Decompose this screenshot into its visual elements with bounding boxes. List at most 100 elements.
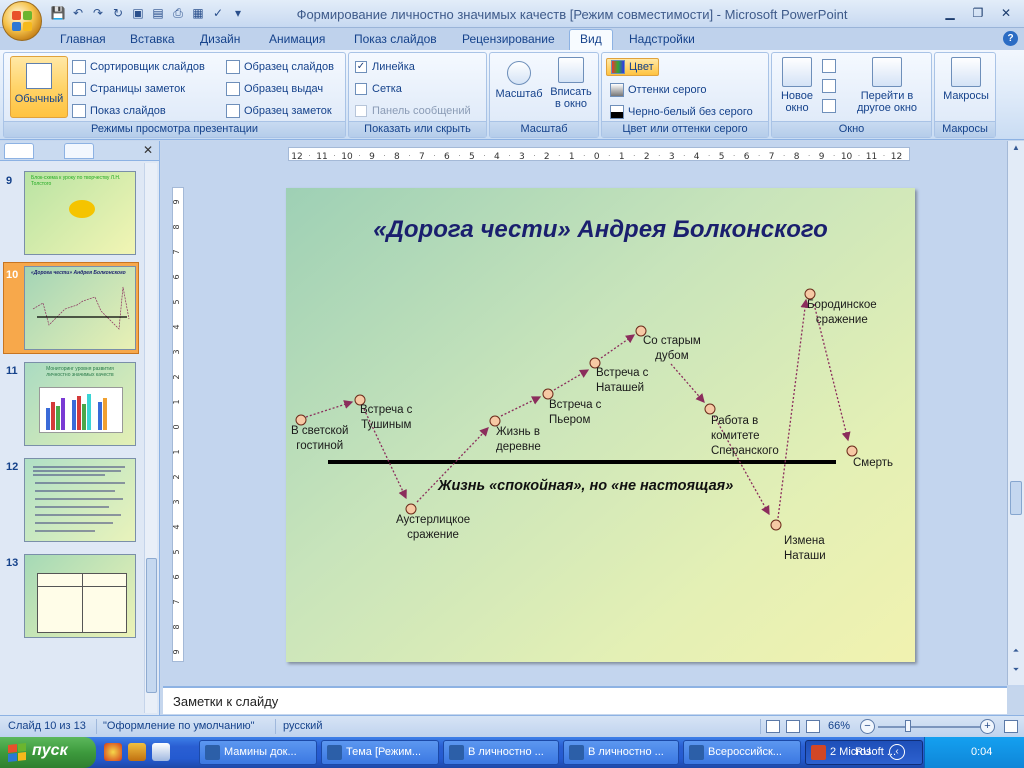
tray-arrow-icon[interactable]: ‹ <box>889 744 905 760</box>
task-label: Мамины док... <box>224 746 297 758</box>
theme-name[interactable]: "Оформление по умолчанию" <box>103 720 255 732</box>
panel-scroll-thumb[interactable] <box>146 558 157 693</box>
node-label-village[interactable]: Жизнь в деревне <box>496 425 541 455</box>
zoom-button[interactable]: Масштаб <box>494 57 544 100</box>
prev-slide-icon[interactable]: ⏶ <box>1010 646 1022 660</box>
quick-app-icon[interactable] <box>128 743 146 761</box>
ruler-tick-label: 2 <box>173 374 181 379</box>
show-desktop-icon[interactable] <box>152 743 170 761</box>
macros-button[interactable]: Макросы <box>937 57 995 102</box>
node-label-austerlitz[interactable]: Аустерлицкое сражение <box>396 513 470 543</box>
zoom-level[interactable]: 66% <box>828 720 850 732</box>
tab-home[interactable]: Главная <box>60 32 106 46</box>
message-bar-checkbox[interactable]: Панель сообщений <box>355 105 471 117</box>
notes-page-button[interactable]: Страницы заметок <box>72 82 185 96</box>
start-button[interactable]: пуск <box>0 737 96 768</box>
switch-window-button[interactable]: Перейти в другое окно <box>844 57 930 114</box>
group-show-label: Показать или скрыть <box>349 121 486 137</box>
close-icon[interactable]: ✕ <box>992 3 1020 22</box>
color-button[interactable]: Цвет <box>606 58 659 76</box>
fit-slide-icon[interactable] <box>1004 720 1018 733</box>
office-button[interactable] <box>2 1 42 41</box>
sorter-icon <box>72 60 86 74</box>
tab-review[interactable]: Рецензирование <box>462 32 555 46</box>
zoom-slider-track[interactable] <box>878 726 980 728</box>
taskbar-item-2[interactable]: Тема [Режим... <box>321 740 439 765</box>
thumbnail-slide-13[interactable] <box>24 554 136 638</box>
node-label-death[interactable]: Смерть <box>853 456 893 471</box>
sorter-button[interactable]: Сортировщик слайдов <box>72 60 205 74</box>
ruler-tick-label: 4 <box>173 524 181 529</box>
grayscale-button[interactable]: Оттенки серого <box>610 83 706 97</box>
group-views-label: Режимы просмотра презентации <box>4 121 345 137</box>
restore-icon[interactable]: ❐ <box>964 3 992 22</box>
sorter-status-icon[interactable] <box>786 720 800 733</box>
node-label-pierre[interactable]: Встреча с Пьером <box>549 398 601 428</box>
thumbnail-slide-9[interactable]: Блок-схема к уроку по творчеству Л.Н. То… <box>24 171 136 255</box>
ruler-tick-label: 11 <box>866 152 877 161</box>
minimize-icon[interactable]: ▁ <box>936 3 964 22</box>
tab-insert[interactable]: Вставка <box>130 32 175 46</box>
arrange-all-icon[interactable] <box>822 59 836 73</box>
ruler-tick-dot: · <box>608 152 610 160</box>
normal-view-button[interactable]: Обычный <box>10 56 68 118</box>
slideshow-button[interactable]: Показ слайдов <box>72 104 166 118</box>
ruler-label: Линейка <box>372 61 415 73</box>
taskbar-item-4[interactable]: В личностно ... <box>563 740 679 765</box>
node-label-speransky[interactable]: Работа в комитете Сперанского <box>711 414 779 459</box>
tab-animation[interactable]: Анимация <box>269 32 325 46</box>
normal-view-status-icon[interactable] <box>766 720 780 733</box>
new-window-button[interactable]: Новое окно <box>776 57 818 114</box>
ruler-tick-label: 7 <box>769 152 775 161</box>
taskbar-item-1[interactable]: Мамины док... <box>199 740 317 765</box>
panel-scrollbar[interactable] <box>144 163 157 713</box>
node-label-oak[interactable]: Со старым дубом <box>643 334 701 364</box>
grid-checkbox[interactable]: Сетка <box>355 83 402 95</box>
node-label-betrayal[interactable]: Измена Наташи <box>784 534 826 564</box>
next-slide-icon[interactable]: ⏷ <box>1010 665 1022 679</box>
tab-addins[interactable]: Надстройки <box>629 32 695 46</box>
panel-close-icon[interactable]: ✕ <box>143 143 153 157</box>
thumbnail-slide-12[interactable] <box>24 458 136 542</box>
language-indicator[interactable]: RU <box>855 746 871 758</box>
word-doc-icon <box>449 745 464 760</box>
zoom-in-icon[interactable]: + <box>980 719 995 734</box>
ruler-tick-dot: · <box>583 152 585 160</box>
notes-master-button[interactable]: Образец заметок <box>226 104 332 118</box>
zoom-slider-knob[interactable] <box>905 720 911 732</box>
help-icon[interactable]: ? <box>1003 31 1018 46</box>
node-label-natasha[interactable]: Встреча с Наташей <box>596 366 648 396</box>
ruler-tick-dot: · <box>408 152 410 160</box>
language-status[interactable]: русский <box>283 720 322 732</box>
thumbnail-slide-11[interactable]: Мониторинг уровня развития личностно зна… <box>24 362 136 446</box>
node-label-borodino[interactable]: Бородинское сражение <box>807 298 877 328</box>
slideshow-status-icon[interactable] <box>806 720 820 733</box>
notes-pane[interactable]: Заметки к слайду <box>163 686 1007 714</box>
scroll-up-icon[interactable]: ▲ <box>1010 143 1022 157</box>
slide-subtitle[interactable]: Жизнь «спокойная», но «не настоящая» <box>438 478 733 494</box>
move-split-icon[interactable] <box>822 99 836 113</box>
cascade-icon[interactable] <box>822 79 836 93</box>
outline-tab[interactable] <box>64 143 94 159</box>
slide-master-button[interactable]: Образец слайдов <box>226 60 334 74</box>
browser-icon[interactable] <box>104 743 122 761</box>
tab-view[interactable]: Вид <box>569 29 613 51</box>
handout-master-button[interactable]: Образец выдач <box>226 82 323 96</box>
taskbar-item-3[interactable]: В личностно ... <box>443 740 559 765</box>
taskbar-item-5[interactable]: Всероссийск... <box>683 740 801 765</box>
tab-slideshow[interactable]: Показ слайдов <box>354 32 437 46</box>
main-vertical-scrollbar[interactable]: ▲ ⏶ ⏷ <box>1007 141 1024 685</box>
thumbnail-slide-10[interactable]: «Дорога чести» Андрея Болконского <box>24 266 136 350</box>
main-scroll-thumb[interactable] <box>1010 481 1022 515</box>
bw-button[interactable]: Черно-белый без серого <box>610 105 753 119</box>
ribbon: Обычный Сортировщик слайдов Страницы зам… <box>0 50 1024 140</box>
current-slide[interactable]: «Дорога чести» Андрея Болконского В свет… <box>286 188 915 662</box>
node-label-salon[interactable]: В светской гостиной <box>291 424 348 454</box>
ruler-checkbox[interactable]: ✓ Линейка <box>355 61 415 73</box>
zoom-out-icon[interactable]: − <box>860 719 875 734</box>
ruler-tick-label: 4 <box>173 324 181 329</box>
fit-window-button[interactable]: Вписать в окно <box>546 57 596 110</box>
slides-tab[interactable] <box>4 143 34 159</box>
tab-design[interactable]: Дизайн <box>200 32 240 46</box>
node-label-tushin[interactable]: Встреча с Тушиным <box>360 403 412 433</box>
